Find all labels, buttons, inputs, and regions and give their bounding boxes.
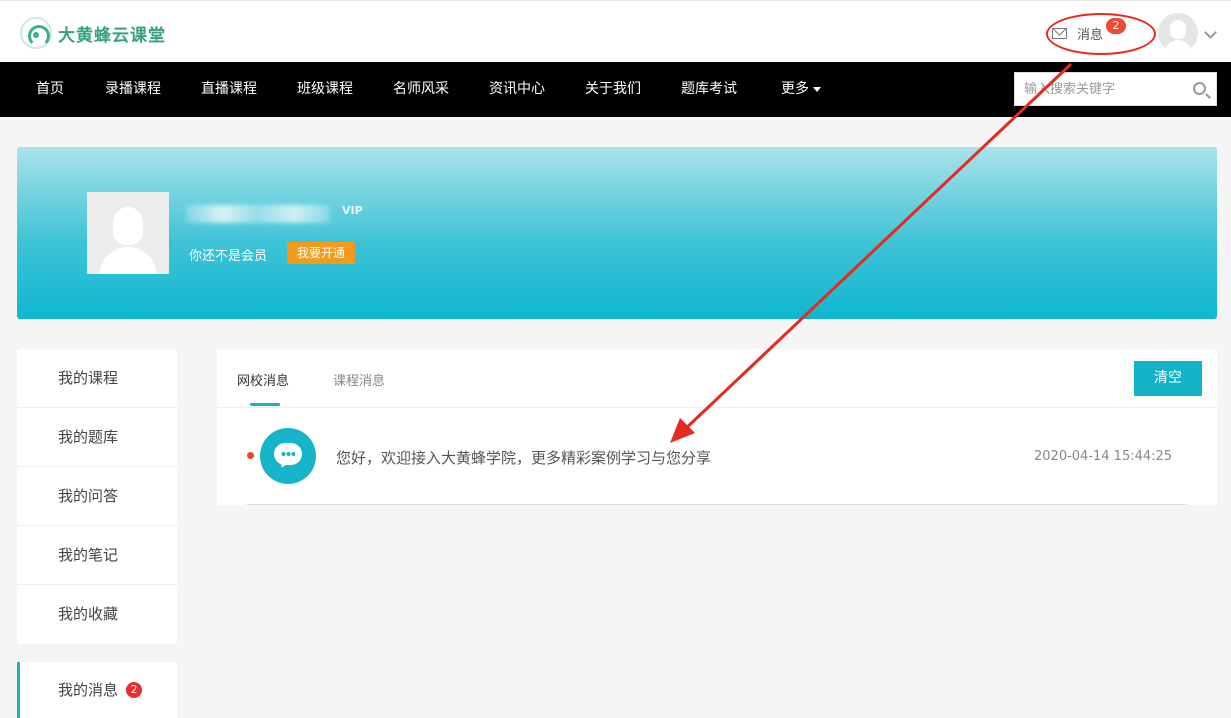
nav-item-home[interactable]: 首页 bbox=[36, 62, 64, 117]
site-logo[interactable]: 大黄蜂云课堂 bbox=[20, 17, 166, 49]
sidebar-item-notes[interactable]: 我的笔记 bbox=[17, 526, 177, 585]
annotation-ellipse bbox=[1046, 13, 1156, 55]
profile-avatar[interactable] bbox=[87, 192, 169, 274]
open-vip-button[interactable]: 我要开通 bbox=[287, 242, 355, 264]
sidebar-item-messages[interactable]: 我的消息 2 bbox=[17, 662, 177, 718]
sidebar-item-qa[interactable]: 我的问答 bbox=[17, 467, 177, 526]
tab-divider bbox=[217, 407, 1217, 408]
nav-item-about[interactable]: 关于我们 bbox=[585, 62, 641, 117]
nav-item-more[interactable]: 更多 bbox=[781, 62, 821, 117]
search-box bbox=[1014, 72, 1217, 106]
sidebar-item-question-bank[interactable]: 我的题库 bbox=[17, 408, 177, 467]
logo-text: 大黄蜂云课堂 bbox=[58, 25, 166, 46]
chat-bubble-icon bbox=[274, 443, 302, 465]
message-avatar bbox=[260, 428, 316, 484]
nav-item-exams[interactable]: 题库考试 bbox=[681, 62, 737, 117]
nav-item-teachers[interactable]: 名师风采 bbox=[393, 62, 449, 117]
sidebar-item-favorites[interactable]: 我的收藏 bbox=[17, 585, 177, 644]
nav-item-news[interactable]: 资讯中心 bbox=[489, 62, 545, 117]
active-tab-indicator bbox=[250, 403, 280, 406]
nav-item-recorded-courses[interactable]: 录播课程 bbox=[105, 62, 161, 117]
search-icon[interactable] bbox=[1193, 82, 1206, 95]
user-avatar[interactable] bbox=[1158, 13, 1198, 53]
unread-dot bbox=[247, 452, 254, 459]
search-input[interactable] bbox=[1015, 73, 1185, 105]
chat-dots bbox=[281, 452, 295, 456]
message-time: 2020-04-14 15:44:25 bbox=[1034, 449, 1173, 464]
tab-school-messages[interactable]: 网校消息 bbox=[237, 370, 289, 389]
nav-item-live-courses[interactable]: 直播课程 bbox=[201, 62, 257, 117]
username-redacted bbox=[186, 205, 330, 223]
member-status: 你还不是会员 bbox=[189, 249, 268, 264]
profile-banner bbox=[17, 147, 1217, 319]
message-divider bbox=[247, 504, 1187, 505]
clear-button[interactable]: 清空 bbox=[1134, 361, 1202, 396]
messages-panel: 网校消息 课程消息 清空 您好，欢迎接入大黄蜂学院，更多精彩案例学习与您分享 2… bbox=[217, 349, 1217, 505]
sidebar: 我的课程 我的题库 我的问答 我的笔记 我的收藏 bbox=[17, 349, 177, 644]
tab-course-messages[interactable]: 课程消息 bbox=[333, 370, 385, 389]
message-text[interactable]: 您好，欢迎接入大黄蜂学院，更多精彩案例学习与您分享 bbox=[336, 447, 711, 468]
vip-tag: VIP bbox=[342, 204, 363, 217]
logo-icon bbox=[20, 17, 52, 49]
nav-item-class-courses[interactable]: 班级课程 bbox=[297, 62, 353, 117]
sidebar-item-courses[interactable]: 我的课程 bbox=[17, 349, 177, 408]
sidebar-messages-badge: 2 bbox=[126, 682, 143, 698]
sidebar-item-label: 我的消息 bbox=[58, 681, 119, 699]
